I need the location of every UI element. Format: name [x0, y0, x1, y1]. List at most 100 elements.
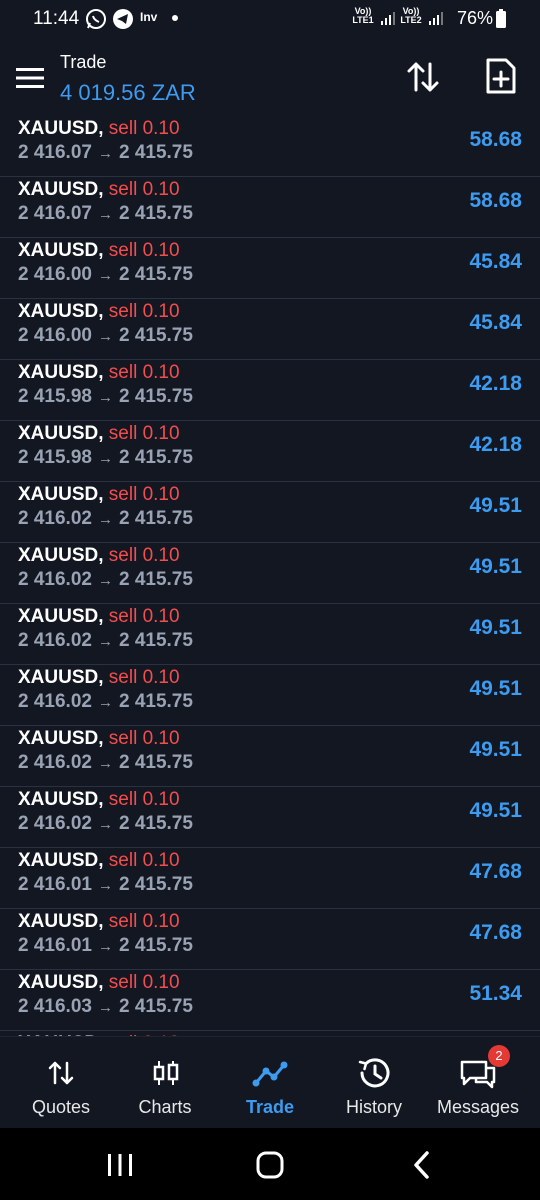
trade-direction-volume: sell 0.10	[108, 423, 180, 444]
open-price: 2 416.07	[18, 142, 92, 163]
trade-title: XAUUSD, sell 0.10	[18, 301, 180, 323]
trade-row[interactable]: XAUUSD, sell 0.10 2 416.02 → 2 415.75 49.51	[0, 482, 540, 543]
nav-trade[interactable]: Trade	[216, 1037, 324, 1129]
home-icon[interactable]	[250, 1148, 290, 1182]
trade-title: XAUUSD, sell 0.10	[18, 789, 180, 811]
trade-prices: 2 415.98 → 2 415.75	[18, 447, 193, 469]
trade-row[interactable]: XAUUSD, sell 0.10 2 415.98 → 2 415.75 42.18	[0, 421, 540, 482]
nav-quotes-label: Quotes	[31, 1097, 91, 1117]
trade-direction-volume: sell 0.10	[108, 972, 180, 993]
current-price: 2 415.75	[118, 508, 193, 529]
trade-direction-volume: sell 0.10	[108, 179, 180, 200]
trade-row[interactable]: XAUUSD, sell 0.10 2 416.00 → 2 415.75 45.84	[0, 238, 540, 299]
trade-prices: 2 416.01 → 2 415.75	[18, 874, 193, 896]
trade-row[interactable]: XAUUSD, sell 0.10 2 416.01 → 2 415.75 47.68	[0, 848, 540, 909]
trade-title: XAUUSD, sell 0.10	[18, 667, 180, 689]
open-price: 2 416.02	[18, 508, 92, 529]
trade-direction-volume: sell 0.10	[108, 667, 180, 688]
current-price: 2 415.75	[118, 691, 193, 712]
trade-title: XAUUSD, sell 0.10	[18, 362, 180, 384]
trade-direction-volume: sell 0.10	[108, 362, 180, 383]
trade-prices: 2 416.02 → 2 415.75	[18, 508, 193, 530]
trade-symbol: XAUUSD,	[18, 240, 104, 261]
trade-profit: 49.51	[469, 677, 522, 700]
current-price: 2 415.75	[118, 264, 193, 285]
trade-profit: 58.68	[469, 128, 522, 151]
trade-direction-volume: sell 0.10	[108, 301, 180, 322]
trade-row[interactable]: XAUUSD, sell 0.10 2 416.00 → 2 415.75 45.84	[0, 299, 540, 360]
new-order-icon[interactable]	[484, 56, 518, 96]
nav-charts-label: Charts	[138, 1097, 192, 1117]
nav-history[interactable]: History	[320, 1037, 428, 1129]
messages-unread-badge: 2	[488, 1045, 510, 1067]
trade-prices: 2 416.07 → 2 415.75	[18, 142, 193, 164]
trade-row[interactable]: XAUUSD, sell 0.10 2 416.02 → 2 415.75 49.51	[0, 604, 540, 665]
trade-title: XAUUSD, sell 0.10	[18, 484, 180, 506]
open-price: 2 416.00	[18, 264, 92, 285]
current-price: 2 415.75	[118, 325, 193, 346]
price-arrow-icon: →	[97, 389, 113, 406]
open-price: 2 415.98	[18, 386, 92, 407]
trade-row[interactable]: XAUUSD, sell 0.10 2 416.03 → 2 415.75 51.34	[0, 970, 540, 1031]
trade-prices: 2 416.02 → 2 415.75	[18, 691, 193, 713]
sort-order-icon[interactable]	[404, 58, 442, 96]
whatsapp-icon	[86, 9, 106, 29]
menu-icon[interactable]	[14, 66, 46, 90]
price-arrow-icon: →	[97, 877, 113, 894]
open-price: 2 416.03	[18, 996, 92, 1017]
price-arrow-icon: →	[97, 755, 113, 772]
open-price: 2 415.98	[18, 447, 92, 468]
trade-profit: 49.51	[469, 494, 522, 517]
trade-symbol: XAUUSD,	[18, 667, 104, 688]
trade-symbol: XAUUSD,	[18, 911, 104, 932]
signal-bars-icon	[381, 12, 395, 25]
sim1-label: Vo)) LTE1	[352, 6, 374, 25]
current-price: 2 415.75	[118, 752, 193, 773]
top-app-bar: Trade 4 019.56 ZAR	[0, 36, 540, 116]
trade-profit: 45.84	[469, 311, 522, 334]
trade-title: XAUUSD, sell 0.10	[18, 606, 180, 628]
open-price: 2 416.01	[18, 874, 92, 895]
trade-direction-volume: sell 0.10	[108, 484, 180, 505]
nav-messages[interactable]: Messages	[424, 1037, 532, 1129]
trade-prices: 2 416.03 → 2 415.75	[18, 996, 193, 1018]
price-arrow-icon: →	[97, 206, 113, 223]
trade-symbol: XAUUSD,	[18, 606, 104, 627]
trade-row[interactable]: XAUUSD, sell 0.10 2 416.07 → 2 415.75 58.68	[0, 177, 540, 238]
battery-percent: 76%	[457, 8, 494, 28]
sim1-indicator: Vo)) LTE1	[352, 7, 374, 25]
price-arrow-icon: →	[97, 816, 113, 833]
current-price: 2 415.75	[118, 874, 193, 895]
trade-symbol: XAUUSD,	[18, 362, 104, 383]
trade-list[interactable]: XAUUSD, sell 0.10 2 416.07 → 2 415.75 58.68 X…	[0, 116, 540, 1036]
trade-prices: 2 416.02 → 2 415.75	[18, 752, 193, 774]
trade-row[interactable]: XAUUSD, sell 0.10 2 416.01 → 2 415.75 47.68	[0, 909, 540, 970]
trade-row[interactable]: XAUUSD, sell 0.10 2 416.02 → 2 415.75 49.51	[0, 787, 540, 848]
trade-title: XAUUSD, sell 0.10	[18, 118, 180, 140]
trade-prices: 2 416.02 → 2 415.75	[18, 630, 193, 652]
trade-profit: 47.68	[469, 921, 522, 944]
trade-title: XAUUSD, sell 0.10	[18, 972, 180, 994]
open-price: 2 416.02	[18, 752, 92, 773]
trade-row[interactable]: XAUUSD, sell 0.10 2 416.02 → 2 415.75 49.51	[0, 665, 540, 726]
trade-row[interactable]: XAUUSD, sell 0.10 2 415.98 → 2 415.75 42.18	[0, 360, 540, 421]
trade-title: XAUUSD, sell 0.10	[18, 850, 180, 872]
nav-charts[interactable]: Charts	[111, 1037, 219, 1129]
trade-row[interactable]: XAUUSD, sell 0.10 2 416.02 → 2 415.75 49.51	[0, 543, 540, 604]
trade-row[interactable]: XAUUSD, sell 0.10 2 416.07 → 2 415.75 58.68	[0, 116, 540, 177]
trade-symbol: XAUUSD,	[18, 423, 104, 444]
nav-quotes[interactable]: Quotes	[7, 1037, 115, 1129]
recent-apps-icon[interactable]	[100, 1148, 140, 1182]
trade-row[interactable]: XAUUSD, sell 0.10 2 416.02 → 2 415.75 49.51	[0, 726, 540, 787]
price-arrow-icon: →	[97, 328, 113, 345]
trade-prices: 2 416.01 → 2 415.75	[18, 935, 193, 957]
price-arrow-icon: →	[97, 145, 113, 162]
nav-history-label: History	[345, 1097, 402, 1117]
back-icon[interactable]	[402, 1148, 442, 1182]
telegram-icon	[113, 9, 133, 29]
trade-prices: 2 415.98 → 2 415.75	[18, 386, 193, 408]
trade-profit: 49.51	[469, 616, 522, 639]
trade-prices: 2 416.00 → 2 415.75	[18, 264, 193, 286]
open-price: 2 416.02	[18, 630, 92, 651]
trade-symbol: XAUUSD,	[18, 301, 104, 322]
